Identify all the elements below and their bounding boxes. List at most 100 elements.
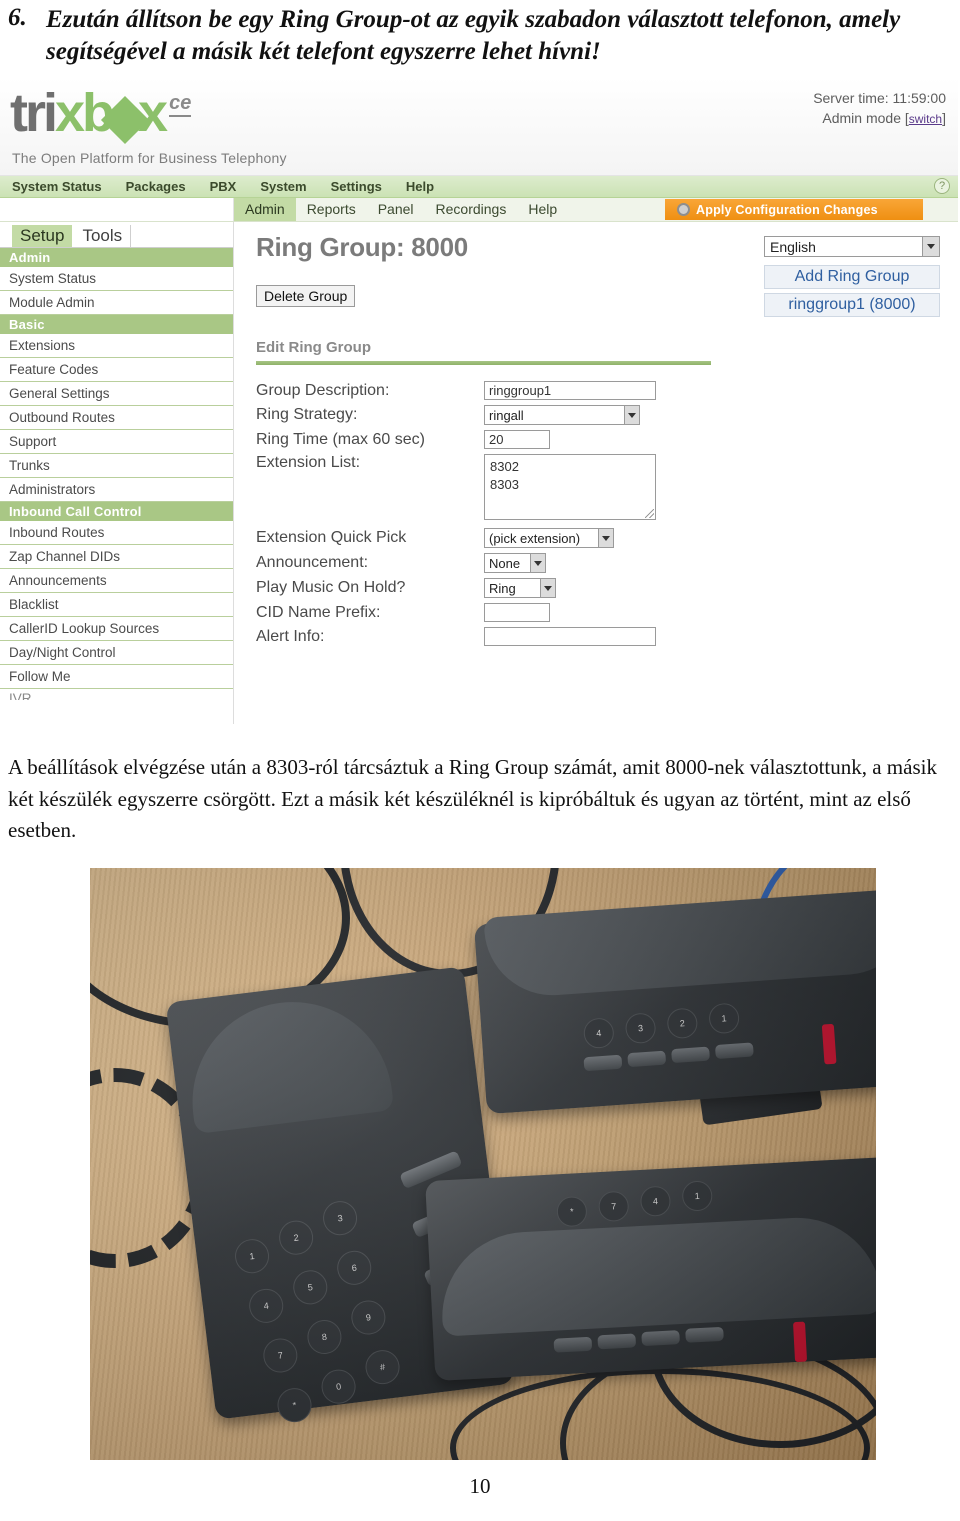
field-row-ring-time: Ring Time (max 60 sec) 20 (256, 430, 958, 449)
chevron-down-icon (598, 529, 613, 547)
app-header: trixb x ce The Open Platform for Business … (0, 78, 958, 176)
nav-item-packages[interactable]: Packages (114, 179, 198, 194)
sidebar-item-inbound-routes[interactable]: Inbound Routes (0, 521, 233, 545)
language-value: English (770, 238, 816, 255)
gear-icon (677, 203, 690, 216)
subnav-tab-help[interactable]: Help (517, 198, 568, 221)
phone-hardware-photo: 1 2 3 4 5 6 7 8 9 * 0 # 1 2 3 4 1 4 7 * (90, 868, 876, 1460)
sidebar-section-admin: Admin (0, 248, 233, 267)
ring-strategy-select[interactable]: ringall (484, 405, 640, 425)
sidebar-item-day-night-control[interactable]: Day/Night Control (0, 641, 233, 665)
announcement-select[interactable]: None (484, 553, 546, 573)
sidebar-item-outbound-routes[interactable]: Outbound Routes (0, 406, 233, 430)
apply-button-label: Apply Configuration Changes (696, 202, 878, 217)
sidebar: Setup Tools Admin System Status Module A… (0, 222, 234, 724)
ring-time-input[interactable]: 20 (484, 430, 550, 449)
ring-group-form: Group Description: ringgroup1 Ring Strat… (256, 381, 958, 646)
nav-item-pbx[interactable]: PBX (198, 179, 249, 194)
chevron-down-icon (624, 406, 639, 424)
trixbox-logo: trixb x ce (10, 83, 192, 145)
extension-list-textarea[interactable]: 8302 8303 (484, 454, 656, 520)
ring-strategy-label: Ring Strategy: (256, 406, 358, 423)
cid-name-prefix-input[interactable] (484, 603, 550, 622)
add-ring-group-link[interactable]: Add Ring Group (764, 265, 940, 289)
nav-item-help[interactable]: Help (394, 179, 446, 194)
switch-mode-link[interactable]: switch (909, 112, 942, 126)
sidebar-item-system-status[interactable]: System Status (0, 267, 233, 291)
delete-group-button[interactable]: Delete Group (256, 285, 356, 307)
help-icon[interactable]: ? (934, 178, 950, 194)
alert-info-label: Alert Info: (256, 627, 325, 645)
instruction-block: 6. Ezután állítson be egy Ring Group-ot … (0, 4, 960, 68)
nav-item-system-status[interactable]: System Status (0, 179, 114, 194)
ring-time-label: Ring Time (max 60 sec) (256, 430, 425, 448)
logo-text-part1: tri (10, 83, 58, 143)
subnav-tab-recordings[interactable]: Recordings (425, 198, 518, 221)
subnav-tab-reports[interactable]: Reports (296, 198, 367, 221)
nav-item-settings[interactable]: Settings (319, 179, 394, 194)
nav-item-system[interactable]: System (248, 179, 318, 194)
ring-strategy-value: ringall (489, 407, 524, 423)
sidebar-item-extensions[interactable]: Extensions (0, 334, 233, 358)
sidebar-tabs: Setup Tools (0, 222, 233, 248)
sidebar-item-trunks[interactable]: Trunks (0, 454, 233, 478)
page-number: 10 (469, 1474, 491, 1498)
admin-mode-text: Admin mode [switch] (813, 108, 946, 128)
language-select[interactable]: English (764, 236, 940, 257)
subnav-tab-admin[interactable]: Admin (234, 198, 296, 221)
announcement-label: Announcement: (256, 554, 369, 571)
admin-mode-bracket: ] (942, 110, 946, 127)
trixbox-screenshot: trixb x ce The Open Platform for Business … (0, 78, 958, 726)
field-row-extension-list: Extension List: 8302 8303 (256, 454, 958, 520)
photo-lighting-overlay (90, 868, 876, 1460)
sidebar-item-general-settings[interactable]: General Settings (0, 382, 233, 406)
instruction-text: Ezután állítson be egy Ring Group-ot az … (46, 6, 901, 65)
field-row-ring-strategy: Ring Strategy: ringall (256, 405, 958, 425)
cid-name-prefix-label: CID Name Prefix: (256, 603, 381, 621)
sidebar-item-follow-me[interactable]: Follow Me (0, 665, 233, 689)
sidebar-item-ivr[interactable]: IVR (0, 689, 233, 700)
section-divider (256, 361, 711, 365)
sidebar-item-zap-channel-dids[interactable]: Zap Channel DIDs (0, 545, 233, 569)
music-on-hold-value: Ring (489, 580, 516, 596)
server-status: Server time: 11:59:00 Admin mode [switch… (813, 88, 946, 129)
extension-list-label: Extension List: (256, 454, 361, 471)
main-navigation: System Status Packages PBX System Settin… (0, 176, 958, 198)
logo-text-part2: xb (55, 83, 115, 143)
apply-configuration-changes-button[interactable]: Apply Configuration Changes (665, 199, 923, 220)
sidebar-item-announcements[interactable]: Announcements (0, 569, 233, 593)
extension-quick-pick-select[interactable]: (pick extension) (484, 528, 614, 548)
sidebar-item-callerid-lookup-sources[interactable]: CallerID Lookup Sources (0, 617, 233, 641)
sidebar-section-inbound-call-control: Inbound Call Control (0, 502, 233, 521)
music-on-hold-label: Play Music On Hold? (256, 579, 406, 596)
music-on-hold-select[interactable]: Ring (484, 578, 556, 598)
sidebar-item-blacklist[interactable]: Blacklist (0, 593, 233, 617)
instruction-number: 6. (8, 4, 27, 31)
app-body: Setup Tools Admin System Status Module A… (0, 222, 958, 724)
main-content: Ring Group: 8000 Delete Group Edit Ring … (234, 222, 958, 724)
server-time-text: Server time: 11:59:00 (813, 90, 946, 106)
group-description-label: Group Description: (256, 381, 390, 399)
announcement-value: None (489, 555, 521, 571)
sub-navigation: Admin Reports Panel Recordings Help Appl… (0, 198, 958, 222)
chevron-down-icon (922, 237, 939, 256)
group-description-input[interactable]: ringgroup1 (484, 381, 656, 400)
ring-group-list-item[interactable]: ringgroup1 (8000) (764, 293, 940, 317)
field-row-alert-info: Alert Info: (256, 627, 958, 646)
sidebar-tab-tools[interactable]: Tools (74, 225, 132, 247)
sidebar-item-module-admin[interactable]: Module Admin (0, 291, 233, 315)
subnav-tab-panel[interactable]: Panel (367, 198, 425, 221)
right-panel: English Add Ring Group ringgroup1 (8000) (764, 236, 940, 317)
sidebar-tab-setup[interactable]: Setup (12, 225, 73, 247)
chevron-down-icon (530, 554, 545, 572)
sidebar-item-support[interactable]: Support (0, 430, 233, 454)
extension-quick-pick-value: (pick extension) (489, 530, 581, 546)
sidebar-item-feature-codes[interactable]: Feature Codes (0, 358, 233, 382)
field-row-extension-quick-pick: Extension Quick Pick (pick extension) (256, 528, 958, 548)
sidebar-section-basic: Basic (0, 315, 233, 334)
resize-grip-icon[interactable] (645, 509, 654, 518)
subnav-spacer (0, 198, 234, 221)
alert-info-input[interactable] (484, 627, 656, 646)
sidebar-item-administrators[interactable]: Administrators (0, 478, 233, 502)
field-row-music-on-hold: Play Music On Hold? Ring (256, 578, 958, 598)
